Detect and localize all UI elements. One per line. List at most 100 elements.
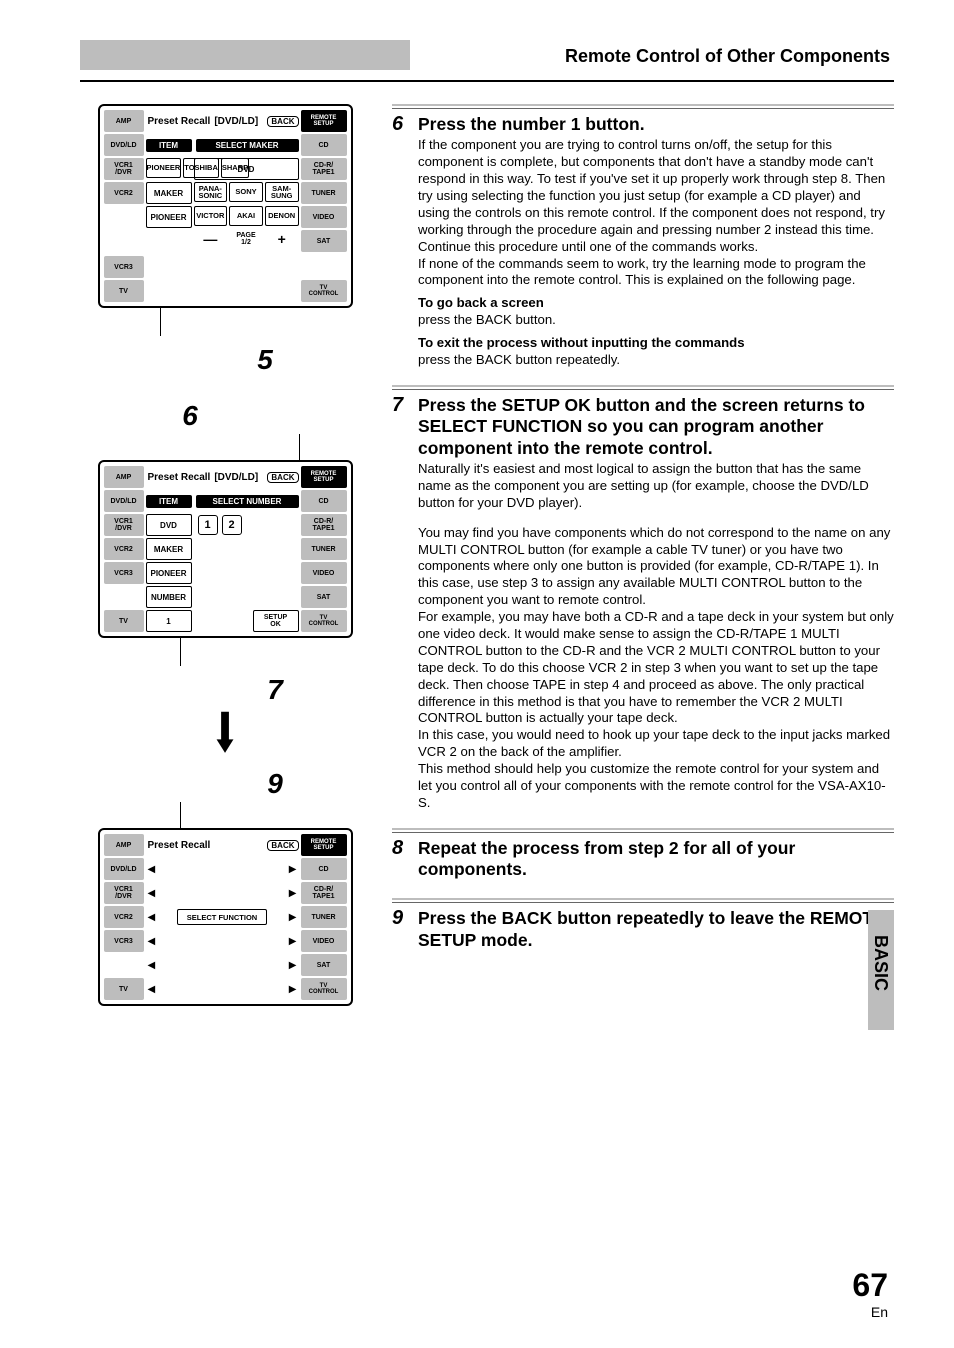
item-number-2: NUMBER xyxy=(146,586,192,608)
tuner-label-3: TUNER xyxy=(301,906,347,928)
dvdld-label-3: DVD/LD xyxy=(104,858,144,880)
step-7-p1: Naturally it's easiest and most logical … xyxy=(418,461,894,512)
page-number-block: 67 En xyxy=(852,1267,888,1320)
video-label: VIDEO xyxy=(301,206,347,228)
number-2-button[interactable]: 2 xyxy=(222,515,242,535)
remote-setup-label-3: REMOTE SETUP xyxy=(301,834,347,856)
amp-label-2: AMP xyxy=(104,466,144,488)
step-6-sub1-head: To go back a screen xyxy=(418,295,894,312)
tuner-label: TUNER xyxy=(301,182,347,204)
right-arrow-icon[interactable]: ▶ xyxy=(289,864,297,875)
step-number-8: 8 xyxy=(392,838,410,883)
maker-victor[interactable]: VICTOR xyxy=(194,206,228,226)
page-plus[interactable]: + xyxy=(265,230,299,250)
step-7-heading: Press the SETUP OK button and the screen… xyxy=(418,395,894,459)
setup-ok-button[interactable]: SETUP OK xyxy=(253,610,299,632)
dvdld-label-2: DVD/LD xyxy=(104,490,144,512)
sat-label-3: SAT xyxy=(301,954,347,976)
figures-column: AMP Preset Recall [DVD/LD] BACK REMOTE S… xyxy=(80,104,370,1006)
step-rule-dark xyxy=(392,108,894,109)
step-rule xyxy=(392,104,894,106)
select-maker-header: SELECT MAKER xyxy=(196,139,299,152)
maker-samsung[interactable]: SAM- SUNG xyxy=(265,182,299,202)
right-arrow-icon[interactable]: ▶ xyxy=(289,960,297,971)
maker-akai[interactable]: AKAI xyxy=(229,206,263,226)
item-one: 1 xyxy=(146,610,192,632)
left-arrow-icon[interactable]: ◀ xyxy=(148,864,156,875)
page-number: 67 xyxy=(852,1267,888,1304)
left-arrow-icon[interactable]: ◀ xyxy=(148,936,156,947)
right-arrow-icon[interactable]: ▶ xyxy=(289,888,297,899)
maker-pioneer[interactable]: PIONEER xyxy=(146,158,182,178)
sat-label: SAT xyxy=(301,230,347,252)
step-6-sub2-head: To exit the process without inputting th… xyxy=(418,335,894,352)
back-button[interactable]: BACK xyxy=(267,116,298,127)
page-indicator: PAGE 1/2 xyxy=(229,230,263,250)
tvcontrol-label-3: TV CONTROL xyxy=(301,978,347,1000)
item-header: ITEM xyxy=(146,139,192,152)
number-1-button[interactable]: 1 xyxy=(198,515,218,535)
callout-9: 9 xyxy=(267,768,283,800)
left-arrow-icon[interactable]: ◀ xyxy=(148,912,156,923)
callout-line-5 xyxy=(160,308,161,336)
page-lang: En xyxy=(852,1304,888,1320)
tv-label: TV xyxy=(104,280,144,302)
cdr-label-2: CD-R/ TAPE1 xyxy=(301,514,347,536)
vcr1-label-3: VCR1 /DVR xyxy=(104,882,144,904)
step-7-p2: You may find you have components which d… xyxy=(418,525,894,609)
maker-sony[interactable]: SONY xyxy=(229,182,263,202)
cd-label-3: CD xyxy=(301,858,347,880)
vcr3-label-2: VCR3 xyxy=(104,562,144,584)
tvcontrol-label: TV CONTROL xyxy=(301,280,347,302)
step-rule xyxy=(392,828,894,830)
item-pioneer: PIONEER xyxy=(146,206,192,228)
vcr2-label: VCR2 xyxy=(104,182,144,204)
item-pioneer-2: PIONEER xyxy=(146,562,192,584)
device-bracket-2: [DVD/LD] xyxy=(214,472,258,483)
right-arrow-icon[interactable]: ▶ xyxy=(289,984,297,995)
left-arrow-icon[interactable]: ◀ xyxy=(148,960,156,971)
left-arrow-icon[interactable]: ◀ xyxy=(148,984,156,995)
header-grey-block xyxy=(80,40,410,70)
tv-label-2: TV xyxy=(104,610,144,632)
item-dvd-2: DVD xyxy=(146,514,192,536)
maker-toshiba[interactable]: TOSHIBA xyxy=(183,158,219,178)
maker-sharp[interactable]: SHARP xyxy=(221,158,249,178)
header-underline xyxy=(80,80,894,82)
callout-7: 7 xyxy=(267,674,283,706)
video-label-2: VIDEO xyxy=(301,562,347,584)
step-number-9: 9 xyxy=(392,908,410,953)
step-6: 6 Press the number 1 button. If the comp… xyxy=(392,114,894,369)
vcr1-label: VCR1 /DVR xyxy=(104,158,144,180)
remote-setup-label-2: REMOTE SETUP xyxy=(301,466,347,488)
step-6-sub1-body: press the BACK button. xyxy=(418,312,894,329)
step-number-7: 7 xyxy=(392,395,410,812)
cdr-label: CD-R/ TAPE1 xyxy=(301,158,347,180)
step-7-p5: This method should help you customize th… xyxy=(418,761,894,812)
back-button-2[interactable]: BACK xyxy=(267,472,298,483)
video-label-3: VIDEO xyxy=(301,930,347,952)
step-rule-dark xyxy=(392,902,894,903)
left-arrow-icon[interactable]: ◀ xyxy=(148,888,156,899)
right-arrow-icon[interactable]: ▶ xyxy=(289,912,297,923)
item-maker: MAKER xyxy=(146,182,192,204)
maker-denon[interactable]: DENON xyxy=(265,206,299,226)
amp-label-3: AMP xyxy=(104,834,144,856)
tvcontrol-label-2: TV CONTROL xyxy=(301,610,347,632)
callout-line-6 xyxy=(299,434,300,460)
tuner-label-2: TUNER xyxy=(301,538,347,560)
item-maker-2: MAKER xyxy=(146,538,192,560)
back-button-3[interactable]: BACK xyxy=(267,840,298,851)
page-minus[interactable]: — xyxy=(194,230,228,250)
select-number-header: SELECT NUMBER xyxy=(196,495,299,508)
sat-label-2: SAT xyxy=(301,586,347,608)
right-arrow-icon[interactable]: ▶ xyxy=(289,936,297,947)
maker-panasonic[interactable]: PANA- SONIC xyxy=(194,182,228,202)
step-rule xyxy=(392,385,894,387)
step-7: 7 Press the SETUP OK button and the scre… xyxy=(392,395,894,812)
step-6-sub2-body: press the BACK button repeatedly. xyxy=(418,352,894,369)
amp-label: AMP xyxy=(104,110,144,132)
step-number-6: 6 xyxy=(392,114,410,369)
step-rule xyxy=(392,898,894,900)
step-8: 8 Repeat the process from step 2 for all… xyxy=(392,838,894,883)
